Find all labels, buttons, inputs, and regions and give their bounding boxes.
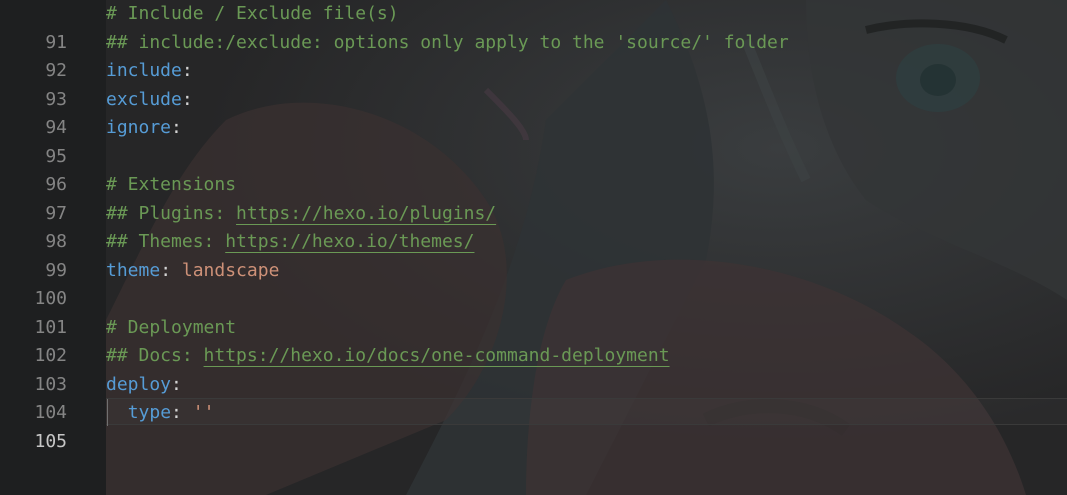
colon-token: : — [181, 88, 193, 110]
line-content[interactable]: ## Plugins: https://hexo.io/plugins/ — [106, 200, 496, 229]
comment-token: # Extensions — [106, 174, 237, 195]
themes-link[interactable]: https://hexo.io/themes/ — [225, 231, 474, 252]
line-content[interactable]: # Include / Exclude file(s) — [106, 0, 399, 29]
line-content[interactable]: ignore: — [106, 114, 182, 143]
code-line-active[interactable]: 105 type: '' — [0, 399, 1067, 452]
code-line[interactable]: 99 ## Themes: https://hexo.io/themes/ — [0, 228, 1067, 281]
code-line[interactable]: 96 — [0, 143, 1067, 195]
colon-token: : — [160, 259, 182, 281]
key-token: include — [106, 60, 182, 81]
line-content[interactable]: # Deployment — [106, 314, 236, 343]
key-token: deploy — [106, 373, 172, 395]
line-content[interactable]: deploy: — [106, 371, 182, 400]
docs-link[interactable]: https://hexo.io/docs/one-command-deploym… — [204, 345, 670, 366]
code-line[interactable]: 103 ## Docs: https://hexo.io/docs/one-co… — [0, 342, 1067, 395]
code-line[interactable]: 98 ## Plugins: https://hexo.io/plugins/ — [0, 200, 1067, 253]
code-line[interactable]: 91 # Include / Exclude file(s) — [0, 0, 1067, 53]
plugins-link[interactable]: https://hexo.io/plugins/ — [236, 203, 496, 224]
code-line[interactable]: 101 — [0, 285, 1067, 338]
line-content[interactable]: # Extensions — [106, 171, 236, 200]
colon-token: : — [171, 373, 182, 395]
key-token: type — [127, 402, 172, 423]
code-line[interactable]: 95 ignore: — [0, 114, 1067, 167]
indent-token — [106, 402, 128, 423]
code-line[interactable]: 97 # Extensions — [0, 171, 1067, 224]
value-token: landscape — [181, 259, 280, 281]
code-line[interactable]: 104 deploy: — [0, 371, 1067, 424]
code-line[interactable]: 102 # Deployment — [0, 314, 1067, 367]
colon-token: : — [171, 117, 182, 138]
line-content[interactable]: ## Themes: https://hexo.io/themes/ — [106, 228, 474, 257]
code-line[interactable]: 92 ## include:/exclude: options only app… — [0, 29, 1067, 82]
line-content[interactable]: ## include:/exclude: options only apply … — [106, 29, 789, 58]
line-content[interactable]: ## Docs: https://hexo.io/docs/one-comman… — [106, 342, 670, 371]
line-number-active: 105 — [34, 430, 67, 452]
comment-token: # Include / Exclude file(s) — [106, 3, 399, 24]
comment-token: ## Docs: — [106, 345, 204, 366]
code-editor[interactable]: 91 # Include / Exclude file(s) 92 ## inc… — [0, 0, 1067, 495]
comment-token: ## include:/exclude: options only apply … — [106, 31, 789, 53]
key-token: theme — [106, 259, 161, 281]
line-content[interactable]: exclude: — [106, 86, 193, 115]
value-token: '' — [192, 402, 215, 423]
code-line[interactable]: 94 exclude: — [0, 86, 1067, 139]
line-content[interactable]: include: — [106, 57, 193, 86]
comment-token: ## Themes: — [106, 231, 226, 252]
code-line[interactable]: 100 theme: landscape — [0, 257, 1067, 310]
line-content[interactable]: type: '' — [106, 399, 215, 428]
line-content[interactable]: theme: landscape — [106, 257, 279, 286]
key-token: exclude — [106, 88, 182, 110]
comment-token: # Deployment — [106, 316, 237, 338]
comment-token: ## Plugins: — [106, 202, 237, 224]
colon-token: : — [171, 402, 193, 423]
key-token: ignore — [106, 117, 172, 138]
code-line[interactable]: 93 include: — [0, 57, 1067, 110]
colon-token: : — [181, 60, 193, 81]
